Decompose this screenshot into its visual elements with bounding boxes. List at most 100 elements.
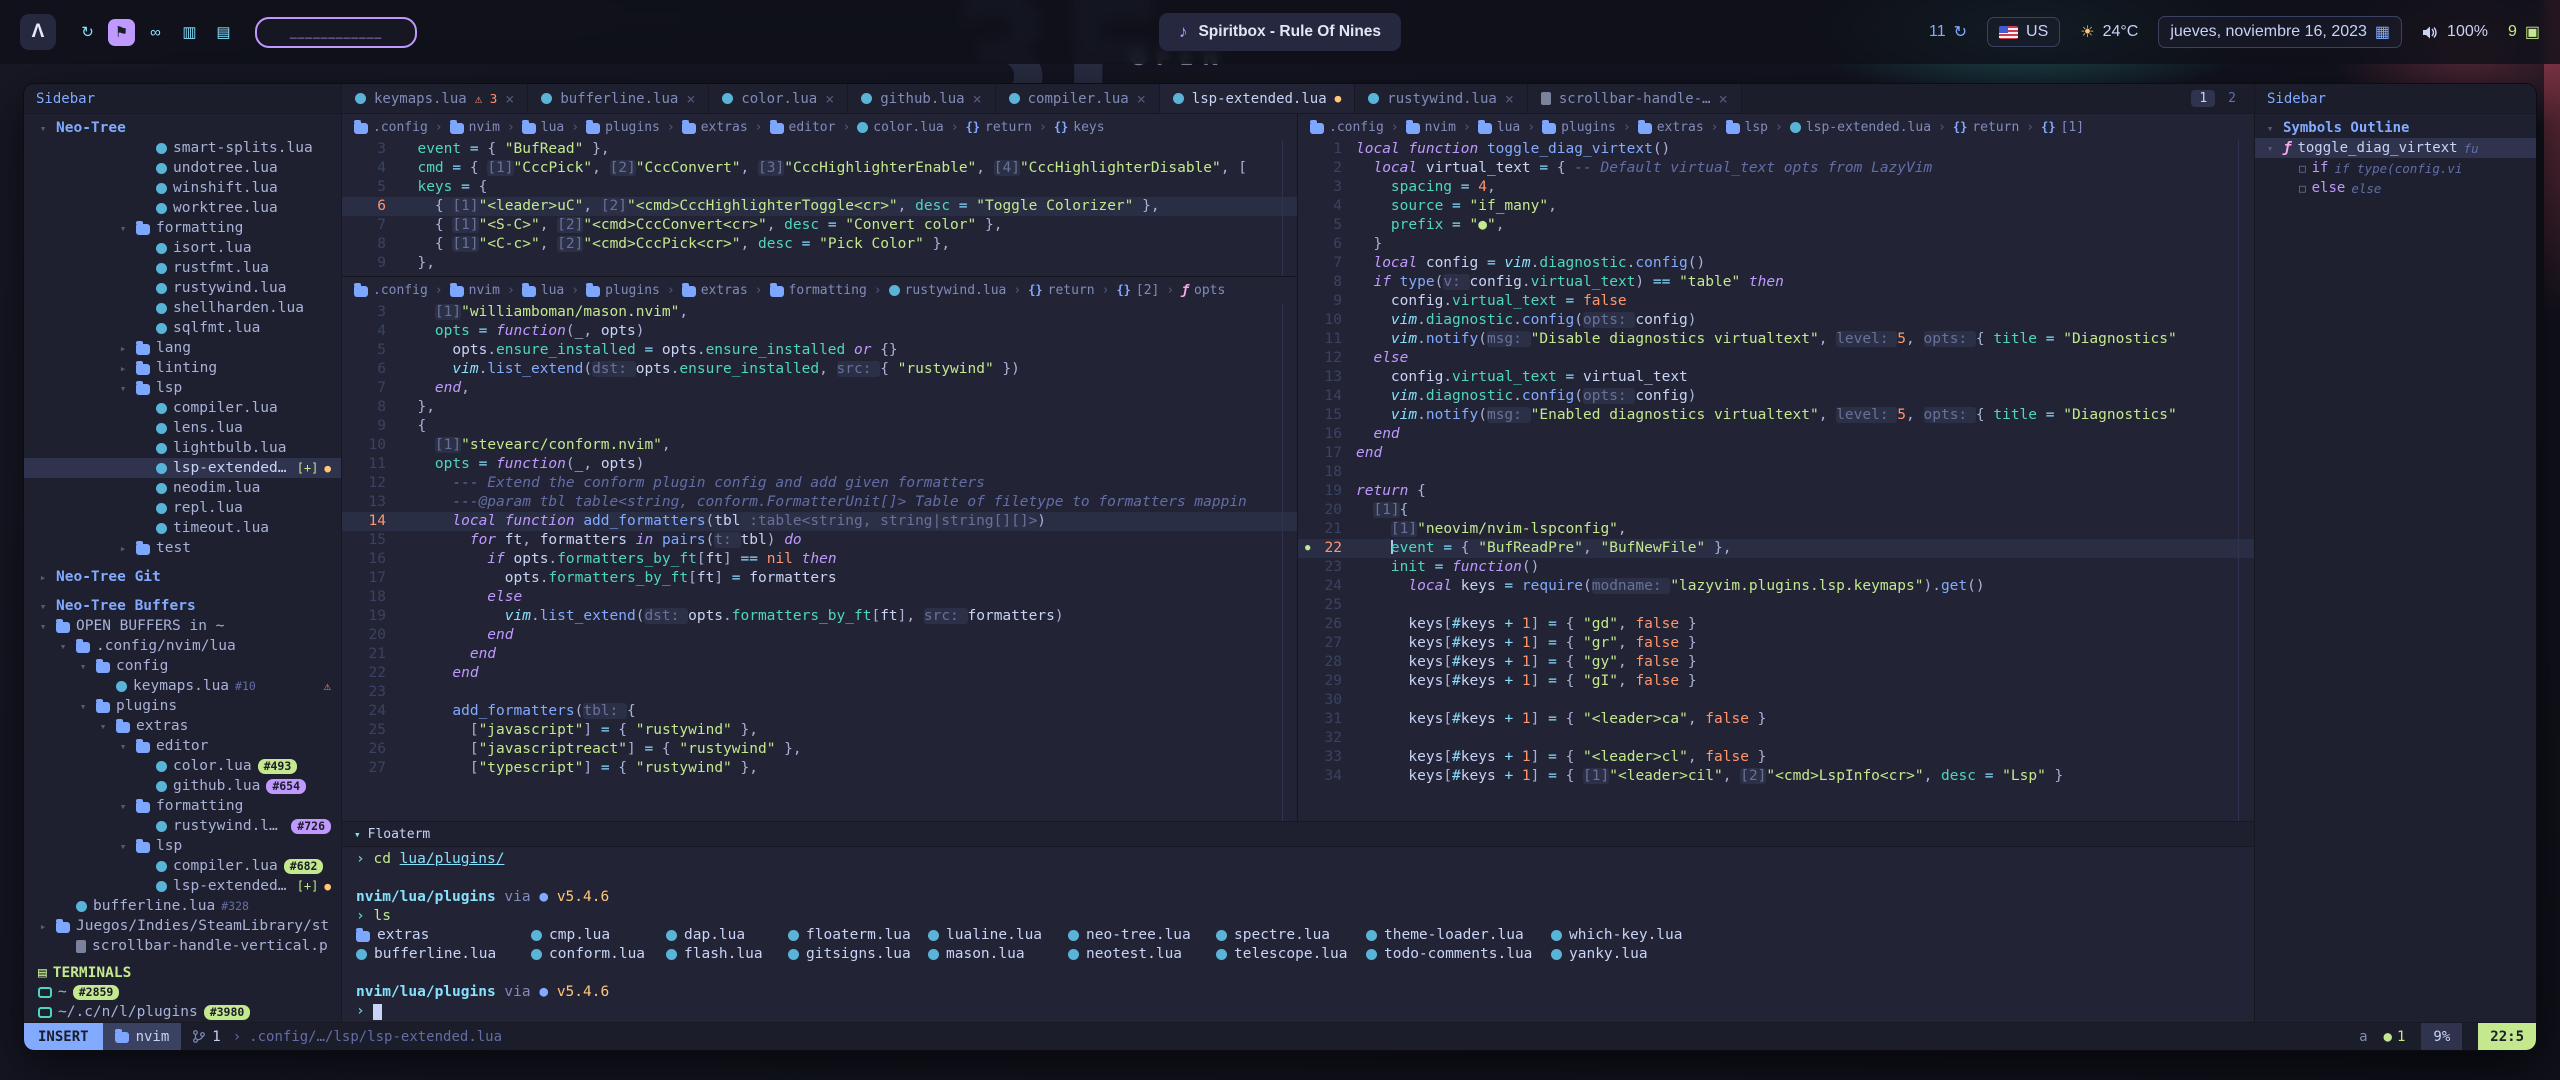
tab-rustywind-lua[interactable]: rustywind.lua×: [1355, 84, 1528, 113]
breadcrumb-item[interactable]: formatting: [770, 283, 867, 298]
buffer-item[interactable]: ▾OPEN BUFFERS in ~: [24, 616, 341, 636]
ls-entry[interactable]: theme-loader.lua: [1366, 926, 1551, 945]
notes-button[interactable]: ▤: [210, 19, 237, 46]
terminal-item[interactable]: ~#2859: [24, 982, 341, 1002]
terminal-output[interactable]: › cd lua/plugins/nvim/lua/plugins via ● …: [342, 847, 2254, 1022]
close-icon[interactable]: ×: [973, 90, 982, 108]
music-player-widget[interactable]: ♪ Spiritbox - Rule Of Nines: [1159, 13, 1401, 51]
breadcrumb-item[interactable]: ƒopts: [1181, 283, 1225, 298]
ls-entry[interactable]: telescope.lua: [1216, 945, 1366, 964]
floaterm-header[interactable]: ▾ Floaterm: [342, 822, 2254, 847]
symbol-item[interactable]: □ifif type(config.vi: [2255, 158, 2536, 178]
neo-tree-item[interactable]: ▸lang: [24, 338, 341, 358]
breadcrumb-item[interactable]: color.lua: [857, 120, 943, 135]
breadcrumb-item[interactable]: nvim: [450, 283, 500, 298]
breadcrumb-item[interactable]: {}return: [1953, 120, 2019, 135]
ls-entry[interactable]: gitsigns.lua: [788, 945, 928, 964]
buffer-item[interactable]: lsp-extended.lu[+]●: [24, 876, 341, 896]
neo-tree-item[interactable]: winshift.lua: [24, 178, 341, 198]
tab-lsp-extended-lua[interactable]: lsp-extended.lua●: [1160, 84, 1355, 113]
buffer-item[interactable]: ▸Juegos/Indies/SteamLibrary/st: [24, 916, 341, 936]
ls-entry[interactable]: yanky.lua: [1551, 945, 1721, 964]
close-icon[interactable]: ×: [1719, 90, 1728, 108]
tab-github-lua[interactable]: github.lua×: [848, 84, 995, 113]
ls-entry[interactable]: lualine.lua: [928, 926, 1068, 945]
terminals-section-header[interactable]: ▤TERMINALS: [24, 965, 341, 982]
breadcrumb-item[interactable]: extras: [682, 283, 748, 298]
neo-tree-item[interactable]: rustfmt.lua: [24, 258, 341, 278]
flag-button[interactable]: ⚑: [108, 19, 135, 46]
tab-scrollbar-handle-[interactable]: scrollbar-handle-…×: [1528, 84, 1742, 113]
tab-compiler-lua[interactable]: compiler.lua×: [996, 84, 1160, 113]
breadcrumb-item[interactable]: {}return: [1028, 283, 1094, 298]
breadcrumb-item[interactable]: {}return: [966, 120, 1032, 135]
tab-keymaps-lua[interactable]: keymaps.lua⚠ 3×: [342, 84, 528, 113]
neo-tree-item[interactable]: isort.lua: [24, 238, 341, 258]
ls-entry[interactable]: extras: [356, 926, 531, 945]
neo-tree-item[interactable]: smart-splits.lua: [24, 138, 341, 158]
ls-entry[interactable]: floaterm.lua: [788, 926, 928, 945]
buffer-item[interactable]: bufferline.lua#328: [24, 896, 341, 916]
tab-color-lua[interactable]: color.lua×: [709, 84, 848, 113]
ls-entry[interactable]: bufferline.lua: [356, 945, 531, 964]
neo-tree-item[interactable]: ▸linting: [24, 358, 341, 378]
symbol-item[interactable]: □elseelse: [2255, 178, 2536, 198]
neo-tree-git-section-header[interactable]: ▸Neo-Tree Git: [24, 567, 341, 587]
neo-tree-buffers-section-header[interactable]: ▾Neo-Tree Buffers: [24, 596, 341, 616]
buffer-item[interactable]: keymaps.lua#10⚠: [24, 676, 341, 696]
neo-tree-item[interactable]: rustywind.lua: [24, 278, 341, 298]
neo-tree-item[interactable]: compiler.lua: [24, 398, 341, 418]
buffer-item[interactable]: compiler.lua#682: [24, 856, 341, 876]
neo-tree-item[interactable]: ▸test: [24, 538, 341, 558]
buffer-item[interactable]: rustywind.lua#726: [24, 816, 341, 836]
workspace-widget[interactable]: 9 ▣: [2508, 22, 2540, 42]
neo-tree-item[interactable]: repl.lua: [24, 498, 341, 518]
ls-entry[interactable]: dap.lua: [666, 926, 788, 945]
launcher-button[interactable]: Λ: [20, 14, 56, 50]
close-icon[interactable]: ×: [686, 90, 695, 108]
breadcrumb-item[interactable]: nvim: [1406, 120, 1456, 135]
buffer-item[interactable]: ▾lsp: [24, 836, 341, 856]
neo-tree-item[interactable]: undotree.lua: [24, 158, 341, 178]
breadcrumb-item[interactable]: lua: [522, 283, 564, 298]
topbar-input[interactable]: ____________: [255, 17, 417, 48]
breadcrumb-item[interactable]: {}keys: [1054, 120, 1105, 135]
close-icon[interactable]: ×: [1137, 90, 1146, 108]
close-icon[interactable]: ×: [825, 90, 834, 108]
buffer-item[interactable]: ▾extras: [24, 716, 341, 736]
neo-tree-item[interactable]: timeout.lua: [24, 518, 341, 538]
breadcrumb-item[interactable]: editor: [770, 120, 836, 135]
buffer-item[interactable]: ▾config: [24, 656, 341, 676]
buffer-item[interactable]: ▾plugins: [24, 696, 341, 716]
breadcrumb-item[interactable]: .config: [1310, 120, 1384, 135]
weather-widget[interactable]: ☀ 24°C: [2080, 22, 2138, 42]
tab-bufferline-lua[interactable]: bufferline.lua×: [528, 84, 709, 113]
symbol-item[interactable]: ▾ƒtoggle_diag_virtextfu: [2255, 138, 2536, 158]
updates-widget[interactable]: 11 ↻: [1929, 22, 1967, 42]
editor-pane-lsp-extended-lua[interactable]: .config›nvim›lua›plugins›extras›lsp›lsp-…: [1298, 114, 2254, 821]
ls-entry[interactable]: which-key.lua: [1551, 926, 1721, 945]
breadcrumb-item[interactable]: plugins: [586, 120, 660, 135]
neo-tree-item[interactable]: ▾lsp: [24, 378, 341, 398]
tab-number-1[interactable]: 1: [2191, 90, 2215, 107]
buffer-item[interactable]: scrollbar-handle-vertical.p: [24, 936, 341, 956]
breadcrumb-item[interactable]: lsp-extended.lua: [1790, 120, 1931, 135]
neo-tree-item[interactable]: sqlfmt.lua: [24, 318, 341, 338]
close-icon[interactable]: ×: [505, 90, 514, 108]
breadcrumb-item[interactable]: lua: [1478, 120, 1520, 135]
volume-widget[interactable]: 100%: [2422, 23, 2488, 41]
breadcrumb-item[interactable]: lsp: [1726, 120, 1768, 135]
symbols-outline-header[interactable]: ▾Symbols Outline: [2255, 118, 2536, 138]
git-branch-segment[interactable]: 1: [181, 1029, 232, 1045]
neo-tree-item[interactable]: lightbulb.lua: [24, 438, 341, 458]
ls-entry[interactable]: todo-comments.lua: [1366, 945, 1551, 964]
breadcrumb-item[interactable]: extras: [682, 120, 748, 135]
breadcrumb-item[interactable]: plugins: [1542, 120, 1616, 135]
ls-entry[interactable]: flash.lua: [666, 945, 788, 964]
editor-pane-color-lua[interactable]: .config›nvim›lua›plugins›extras›editor›c…: [342, 114, 1297, 276]
neo-tree-item[interactable]: worktree.lua: [24, 198, 341, 218]
breadcrumb-item[interactable]: lua: [522, 120, 564, 135]
neo-tree-item[interactable]: lens.lua: [24, 418, 341, 438]
neo-tree-item[interactable]: neodim.lua: [24, 478, 341, 498]
copy-button[interactable]: ▥: [176, 19, 203, 46]
